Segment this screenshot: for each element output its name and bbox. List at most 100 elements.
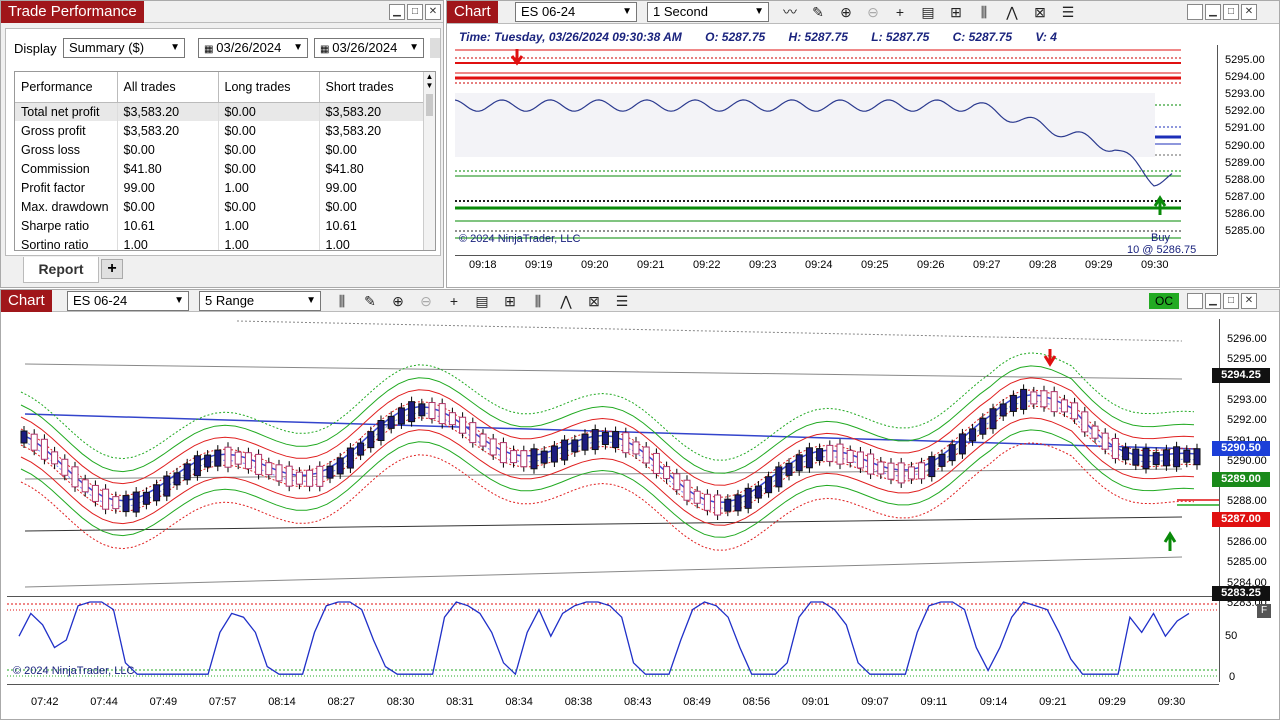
chart1-price-axis[interactable]: 5295.00 5294.00 5293.00 5292.00 5291.00 5290.… [1219, 45, 1279, 255]
candle [754, 485, 762, 499]
chart1-instrument-select[interactable]: ES 06-24 ▼ [515, 2, 637, 22]
osc-tick-50: 50 [1225, 630, 1238, 642]
toolbar-scroll[interactable] [430, 38, 440, 58]
chart-type-icon[interactable]: ⫼ [333, 292, 351, 310]
pencil-icon[interactable]: ✎ [361, 292, 379, 310]
chart1-plot[interactable] [455, 45, 1217, 255]
candle [1173, 446, 1181, 468]
maximize-icon[interactable]: □ [407, 4, 423, 20]
window-option-icon[interactable] [1187, 4, 1203, 20]
line-tool-icon[interactable]: 〰 [781, 3, 799, 21]
chart1-time-axis[interactable]: 09:18 09:19 09:20 09:21 09:22 09:23 09:24 09:25… [455, 259, 1217, 279]
chart2-title: Chart [1, 290, 52, 312]
pencil-icon[interactable]: ✎ [809, 3, 827, 21]
chart2-instrument-select[interactable]: ES 06-24 ▼ [67, 291, 189, 311]
date-to-picker[interactable]: ▦ 03/26/2024 ▼ [314, 38, 424, 58]
maximize-icon[interactable]: □ [1223, 293, 1239, 309]
col-header-all[interactable]: All trades [117, 72, 219, 103]
col-header-long[interactable]: Long trades [218, 72, 320, 103]
panel-menu-icon[interactable]: F [1257, 604, 1271, 618]
chart-type-icon[interactable]: ⫼ [975, 3, 993, 21]
bar-style-icon[interactable]: ⊞ [501, 292, 519, 310]
candle [499, 442, 507, 464]
candle [765, 476, 773, 494]
chart-type-icon[interactable]: ⫼ [529, 292, 547, 310]
candle [81, 479, 89, 493]
zoom-out-icon[interactable]: ⊖ [417, 292, 435, 310]
add-tab-button[interactable]: + [101, 259, 123, 279]
chart2-titlebar[interactable]: Chart ES 06-24 ▼ 5 Range ▼ ⫼ ✎ ⊕ ⊖ + ▤ ⊞ ⫼… [1, 290, 1279, 312]
time-tick: 09:11 [920, 696, 948, 708]
close-icon[interactable]: ✕ [1241, 4, 1257, 20]
time-tick: 08:31 [446, 696, 474, 708]
table-row[interactable]: Profit factor 99.00 1.00 99.00 [15, 178, 435, 197]
chevron-down-icon: ▼ [754, 6, 764, 17]
table-row[interactable]: Sortino ratio 1.00 1.00 1.00 [15, 235, 435, 250]
chart2-price-axis[interactable]: 5296.005295.005294.005293.005292.005291.… [1221, 319, 1279, 609]
table-row[interactable]: Commission $41.80 $0.00 $41.80 [15, 159, 435, 178]
table-row[interactable]: Gross profit $3,583.20 $0.00 $3,583.20 [15, 121, 435, 140]
tab-report[interactable]: Report [23, 257, 99, 283]
candle [1030, 391, 1038, 405]
minimize-icon[interactable]: ▁ [1205, 293, 1221, 309]
window-option-icon[interactable] [1187, 293, 1203, 309]
table-cell: $0.00 [218, 159, 320, 178]
time-tick: 09:14 [979, 696, 1008, 708]
minimize-icon[interactable]: ▁ [389, 4, 405, 20]
chart2-price-panel[interactable] [7, 319, 1219, 596]
col-header-short[interactable]: Short trades [319, 72, 435, 103]
oscillator-panel[interactable] [7, 600, 1219, 682]
crosshair-icon[interactable]: + [891, 3, 909, 21]
sell-arrow-icon [510, 49, 524, 66]
strategies-icon[interactable]: ⊠ [585, 292, 603, 310]
maximize-icon[interactable]: □ [1223, 4, 1239, 20]
date-from-picker[interactable]: ▦ 03/26/2024 ▼ [198, 38, 308, 58]
table-row[interactable]: Sharpe ratio 10.61 1.00 10.61 [15, 216, 435, 235]
calendar-icon: ▦ [320, 44, 333, 55]
crosshair-icon[interactable]: + [445, 292, 463, 310]
price-tick: 5292.00 [1225, 105, 1265, 118]
candle [173, 472, 181, 486]
table-row[interactable]: Gross loss $0.00 $0.00 $0.00 [15, 140, 435, 159]
candle [428, 402, 436, 420]
scroll-up-icon[interactable]: ▲ [424, 72, 435, 81]
chart1-titlebar[interactable]: Chart ES 06-24 ▼ 1 Second ▼ 〰 ✎ ⊕ ⊖ + ▤ ⊞ … [447, 1, 1279, 24]
properties-icon[interactable]: ☰ [1059, 3, 1077, 21]
close-icon[interactable]: ✕ [1241, 293, 1257, 309]
price-tick: 5291.00 [1225, 122, 1265, 135]
strategies-icon[interactable]: ⊠ [1031, 3, 1049, 21]
display-select[interactable]: Summary ($) ▼ [63, 38, 185, 58]
candle [550, 445, 558, 463]
table-cell: 10.61 [117, 216, 219, 235]
scroll-thumb[interactable] [426, 94, 433, 116]
minimize-icon[interactable]: ▁ [1205, 4, 1221, 20]
table-cell: Profit factor [15, 178, 118, 197]
table-row[interactable]: Total net profit $3,583.20 $0.00 $3,583.20 [15, 102, 435, 121]
date-to-value: 03/26/2024 [332, 40, 398, 55]
data-box-icon[interactable]: ▤ [473, 292, 491, 310]
candle [520, 450, 528, 468]
zoom-out-icon[interactable]: ⊖ [864, 3, 882, 21]
zoom-in-icon[interactable]: ⊕ [837, 3, 855, 21]
candle [336, 457, 344, 475]
col-header-performance[interactable]: Performance [15, 72, 118, 103]
table-scrollbar[interactable]: ▲ ▼ [423, 72, 435, 250]
time-tick: 09:24 [805, 259, 833, 271]
properties-icon[interactable]: ☰ [613, 292, 631, 310]
indicators-icon[interactable]: ⋀ [1003, 3, 1021, 21]
zoom-in-icon[interactable]: ⊕ [389, 292, 407, 310]
osc-tick-0: 0 [1229, 671, 1236, 683]
chart2-interval-select[interactable]: 5 Range ▼ [199, 291, 321, 311]
candle [142, 491, 150, 505]
table-row[interactable]: Max. drawdown $0.00 $0.00 $0.00 [15, 197, 435, 216]
close-icon[interactable]: ✕ [425, 4, 441, 20]
bar-style-icon[interactable]: ⊞ [947, 3, 965, 21]
chart2-time-axis[interactable]: 07:42 07:44 07:49 07:57 08:14 08:27 08:30 08:31… [7, 696, 1219, 714]
chart1-interval-select[interactable]: 1 Second ▼ [647, 2, 769, 22]
scroll-down-icon[interactable]: ▼ [424, 81, 435, 90]
trade-performance-titlebar[interactable]: Trade Performance ▁ □ ✕ [1, 1, 443, 23]
oc-badge[interactable]: OC [1149, 293, 1179, 309]
candle [795, 454, 803, 472]
indicators-icon[interactable]: ⋀ [557, 292, 575, 310]
data-box-icon[interactable]: ▤ [919, 3, 937, 21]
